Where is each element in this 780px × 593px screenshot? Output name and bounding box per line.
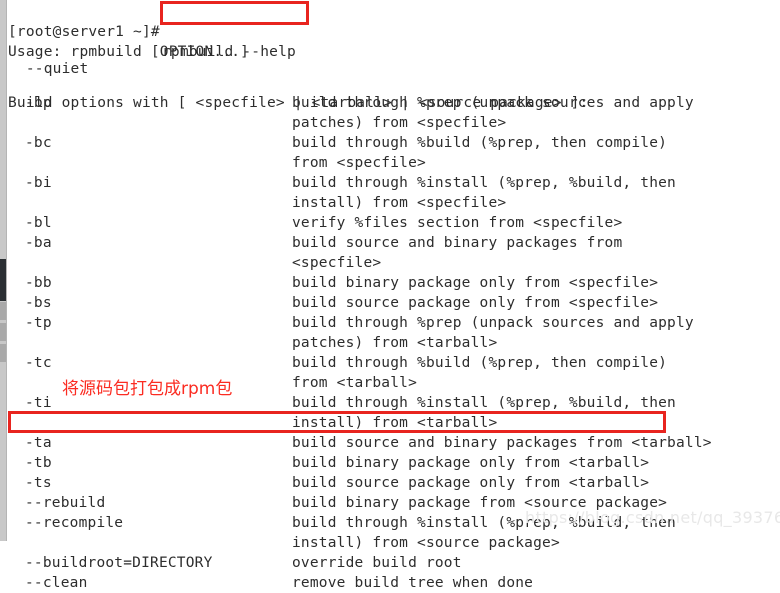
- option-description: build through %build (%prep, then compil…: [292, 135, 668, 151]
- option-description: patches) from <specfile>: [292, 115, 507, 131]
- option-description: build through %build (%prep, then compil…: [292, 355, 668, 371]
- option-flag: -tp: [25, 315, 52, 331]
- option-description: build binary package only from <specfile…: [292, 275, 659, 291]
- option-flag: -bl: [25, 215, 52, 231]
- csdn-watermark: https://blog.csdn.net/qq_39376481: [525, 508, 780, 527]
- option-description: patches) from <tarball>: [292, 335, 498, 351]
- scrollbar-track-segment: [0, 323, 6, 341]
- vertical-scrollbar-track[interactable]: [0, 0, 7, 541]
- option-description: build through %prep (unpack sources and …: [292, 315, 694, 331]
- option-description: from <tarball>: [292, 375, 418, 391]
- option-description: build through %install (%prep, %build, t…: [292, 395, 676, 411]
- option-description: install) from <source package>: [292, 535, 560, 551]
- prompt-line: [root@server1 ~]# rpmbuild --help: [8, 2, 296, 60]
- option-description: from <specfile>: [292, 155, 426, 171]
- option-description: build binary package only from <tarball>: [292, 455, 650, 471]
- option-flag: -tb: [25, 455, 52, 471]
- option-flag: -ti: [25, 395, 52, 411]
- build-options-header: Build options with [ <specfile> | <tarba…: [8, 73, 588, 111]
- option-description: build through %install (%prep, %build, t…: [292, 175, 676, 191]
- option-description: build through %prep (unpack sources and …: [292, 95, 694, 111]
- option-flag: -ts: [25, 475, 52, 491]
- option-description: build source package only from <tarball>: [292, 475, 650, 491]
- option-description: install) from <specfile>: [292, 195, 507, 211]
- option-flag: -tc: [25, 355, 52, 371]
- option-flag: --clean: [25, 575, 88, 591]
- option-flag: -bp: [25, 95, 52, 111]
- option-description: override build root: [292, 555, 462, 571]
- scrollbar-track-segment: [0, 344, 6, 362]
- terminal-output[interactable]: [root@server1 ~]# rpmbuild --help Usage:…: [8, 0, 780, 591]
- option-flag: -ta: [25, 435, 52, 451]
- option-flag: --rebuild: [25, 495, 106, 511]
- option-flag: -ba: [25, 235, 52, 251]
- option-flag: -bs: [25, 295, 52, 311]
- option-description: <specfile>: [292, 255, 382, 271]
- option-flag: -bb: [25, 275, 52, 291]
- vertical-scrollbar-thumb[interactable]: [0, 259, 6, 301]
- option-flag: -bc: [25, 135, 52, 151]
- chinese-annotation-note: 将源码包打包成rpm包: [62, 379, 233, 399]
- option-flag: --buildroot=DIRECTORY: [25, 555, 213, 571]
- option-description: build source and binary packages from <t…: [292, 435, 712, 451]
- option-description: build source package only from <specfile…: [292, 295, 659, 311]
- quiet-option-line: --quiet: [8, 39, 88, 77]
- option-description: remove build tree when done: [292, 575, 534, 591]
- option-description: verify %files section from <specfile>: [292, 215, 623, 231]
- option-description: build source and binary packages from: [292, 235, 623, 251]
- option-flag: --recompile: [25, 515, 124, 531]
- scrollbar-track-segment: [0, 302, 6, 320]
- option-flag: -bi: [25, 175, 52, 191]
- option-description: install) from <tarball>: [292, 415, 498, 431]
